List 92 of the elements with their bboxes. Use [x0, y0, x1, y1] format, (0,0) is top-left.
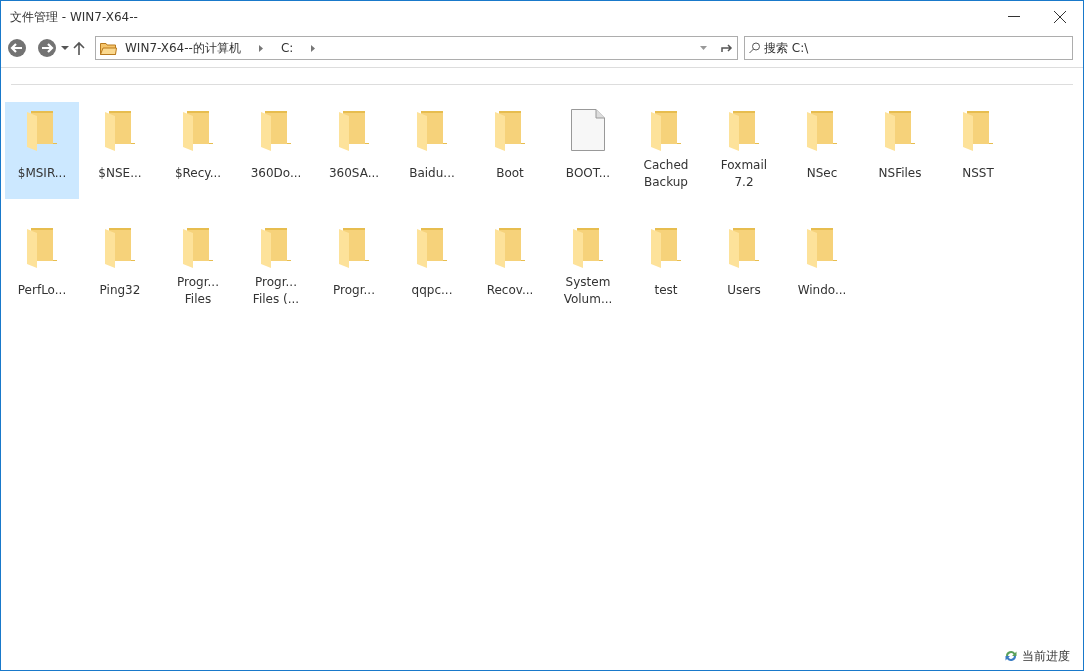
folder-icon: [27, 228, 57, 268]
breadcrumb[interactable]: WIN7-X64--的计算机: [125, 39, 241, 57]
chevron-icon: [258, 44, 263, 52]
folder-icon: [339, 111, 369, 151]
folder-item[interactable]: $MSIR...: [5, 102, 79, 199]
folder-item[interactable]: $NSE...: [83, 102, 157, 199]
folder-icon: [27, 111, 57, 151]
item-name: Baidu...: [409, 165, 455, 182]
forward-button[interactable]: [37, 37, 57, 59]
folder-item[interactable]: 360Do...: [239, 102, 313, 199]
item-name: System Volum...: [563, 274, 613, 308]
folder-item[interactable]: System Volum...: [551, 219, 625, 316]
folder-item[interactable]: $Recy...: [161, 102, 235, 199]
folder-item[interactable]: Boot: [473, 102, 547, 199]
folder-icon: [573, 228, 603, 268]
breadcrumb[interactable]: C:: [280, 41, 294, 55]
folder-icon: [651, 111, 681, 151]
folder-item[interactable]: Progr... Files: [161, 219, 235, 316]
folder-item[interactable]: NSST: [941, 102, 1015, 199]
folder-item[interactable]: test: [629, 219, 703, 316]
folder-icon: [339, 228, 369, 268]
item-name: $NSE...: [98, 165, 142, 182]
folder-icon: [417, 228, 447, 268]
caret-icon: [61, 46, 69, 50]
item-name: qqpc...: [411, 282, 453, 299]
item-name: 360SA...: [328, 165, 380, 182]
folder-icon: [495, 111, 525, 151]
item-name: $MSIR...: [17, 165, 67, 182]
folder-icon: [183, 111, 213, 151]
folder-item[interactable]: Baidu...: [395, 102, 469, 199]
folder-item[interactable]: NSec: [785, 102, 859, 199]
folder-icon: [105, 111, 135, 151]
address-bar[interactable]: WIN7-X64--的计算机 C:: [95, 36, 738, 60]
folder-icon: [183, 228, 213, 268]
folder-icon: [417, 111, 447, 151]
folder-item[interactable]: Users: [707, 219, 781, 316]
folder-item[interactable]: Ping32: [83, 219, 157, 316]
folder-icon: [261, 228, 291, 268]
up-arrow-icon: [73, 41, 85, 55]
folder-icon: [729, 228, 759, 268]
search-icon: [749, 42, 760, 54]
item-name: Progr...: [333, 282, 375, 299]
folder-icon: [105, 228, 135, 268]
folder-item[interactable]: Progr...: [317, 219, 391, 316]
folder-icon: [495, 228, 525, 268]
progress-label[interactable]: 当前进度: [1022, 647, 1070, 665]
close-icon: [1054, 11, 1066, 23]
window-title: 文件管理 - WIN7-X64--: [10, 8, 139, 26]
item-name: Boot: [496, 165, 524, 182]
item-name: 360Do...: [250, 165, 302, 182]
search-placeholder: 搜索 C:\: [764, 39, 809, 57]
folder-icon: [963, 111, 993, 151]
folder-icon: [807, 111, 837, 151]
item-name: Recov...: [486, 282, 534, 299]
folder-item[interactable]: Foxmail 7.2: [707, 102, 781, 199]
chevron-icon: [311, 44, 316, 52]
item-name: $Recy...: [174, 165, 222, 182]
back-button[interactable]: [7, 37, 27, 59]
item-name: Progr... Files (...: [252, 274, 300, 308]
folder-item[interactable]: PerfLo...: [5, 219, 79, 316]
folder-item[interactable]: NSFiles: [863, 102, 937, 199]
file-item[interactable]: BOOT...: [551, 102, 625, 199]
caret-icon[interactable]: [700, 46, 707, 50]
item-name: NSFiles: [878, 165, 922, 182]
item-name: Progr... Files: [177, 274, 219, 308]
folder-item[interactable]: 360SA...: [317, 102, 391, 199]
folder-icon: [100, 41, 117, 55]
item-name: BOOT...: [565, 165, 611, 182]
item-name: Users: [727, 282, 761, 299]
folder-icon: [885, 111, 915, 151]
folder-item[interactable]: Progr... Files (...: [239, 219, 313, 316]
folder-item[interactable]: Cached Backup: [629, 102, 703, 199]
folder-item[interactable]: Windo...: [785, 219, 859, 316]
item-name: NSST: [962, 165, 994, 182]
item-name: Foxmail 7.2: [720, 157, 768, 191]
sync-icon: [1004, 649, 1018, 663]
item-name: test: [654, 282, 678, 299]
item-name: Cached Backup: [643, 157, 689, 191]
search-field[interactable]: 搜索 C:\: [744, 36, 1073, 60]
item-name: NSec: [806, 165, 838, 182]
folder-icon: [807, 228, 837, 268]
folder-item[interactable]: Recov...: [473, 219, 547, 316]
item-name: PerfLo...: [17, 282, 67, 299]
item-name: Windo...: [797, 282, 847, 299]
folder-icon: [651, 228, 681, 268]
file-icon: [571, 109, 605, 151]
folder-icon: [729, 111, 759, 151]
folder-icon: [261, 111, 291, 151]
item-name: Ping32: [99, 282, 141, 299]
minimize-icon: [1008, 16, 1020, 18]
folder-item[interactable]: qqpc...: [395, 219, 469, 316]
refresh-icon[interactable]: [721, 43, 733, 53]
